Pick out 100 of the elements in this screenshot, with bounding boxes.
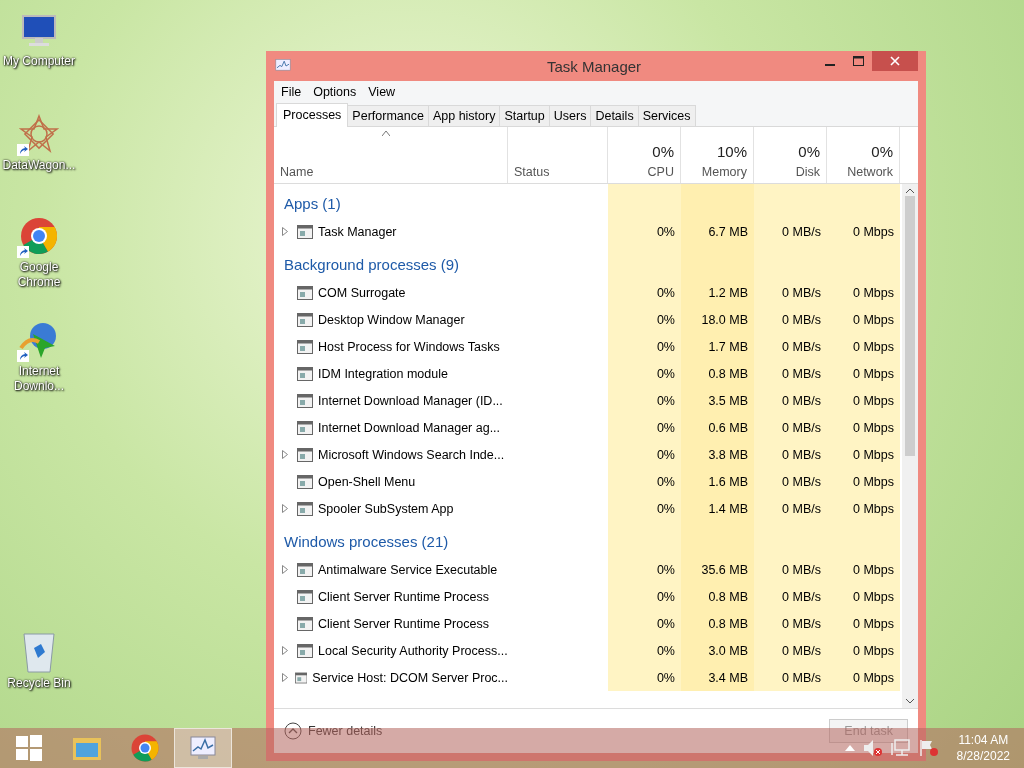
muted-speaker-icon[interactable] [862,739,883,757]
fewer-details-button[interactable]: Fewer details [284,722,383,740]
tab[interactable]: App history [427,105,501,126]
network-cell: 0 Mbps [827,637,900,664]
group-heading[interactable]: Background processes (9) [274,256,508,279]
process-name[interactable]: Client Server Runtime Process [274,610,508,637]
expand-arrow-icon[interactable] [282,646,288,655]
process-name[interactable]: Desktop Window Manager [274,306,508,333]
process-name[interactable]: Internet Download Manager ag... [274,414,508,441]
process-name[interactable]: Spooler SubSystem App [274,495,508,522]
network-cell: 0 Mbps [827,495,900,522]
app-window-icon [297,589,313,604]
memory-cell: 3.8 MB [681,441,754,468]
cpu-cell: 0% [608,360,681,387]
cpu-cell: 0% [608,583,681,610]
column-label: Name [280,165,315,179]
network-cell: 0 Mbps [827,360,900,387]
expand-arrow-icon[interactable] [282,504,288,513]
process-name[interactable]: Internet Download Manager (ID... [274,387,508,414]
memory-cell: 1.2 MB [681,279,754,306]
scrollbar-track[interactable] [902,184,918,708]
tab[interactable]: Details [590,105,639,126]
scrollbar-thumb[interactable] [905,196,915,456]
column-header[interactable]: 0% Network [827,127,900,183]
disk-cell: 0 MB/s [754,387,827,414]
network-cell: 0 Mbps [827,414,900,441]
process-name[interactable]: COM Surrogate [274,279,508,306]
expand-arrow-icon[interactable] [282,673,288,682]
process-name[interactable]: Host Process for Windows Tasks [274,333,508,360]
app-window-icon [297,366,313,381]
cpu-cell: 0% [608,441,681,468]
tab[interactable]: Processes [276,103,349,127]
menu-item[interactable]: View [363,83,401,101]
column-header[interactable]: Status [508,127,608,183]
group-heading[interactable]: Apps (1) [274,195,508,218]
app-window-icon [297,447,313,462]
memory-cell: 6.7 MB [681,218,754,245]
expand-arrow-icon[interactable] [282,227,288,236]
process-name[interactable]: Local Security Authority Process... [274,637,508,664]
disk-cell: 0 MB/s [754,468,827,495]
expand-arrow-icon[interactable] [282,565,288,574]
column-header[interactable]: 0% CPU [608,127,681,183]
column-label: Memory [701,165,747,179]
app-window-icon [297,339,313,354]
column-header[interactable]: Name [274,127,508,183]
column-header[interactable]: 10% Memory [681,127,754,183]
column-total: 0% [652,143,674,160]
cpu-cell: 0% [608,414,681,441]
app-window-icon [297,312,313,327]
disk-cell: 0 MB/s [754,664,827,691]
group-heading[interactable]: Windows processes (21) [274,533,508,556]
tab[interactable]: Startup [499,105,550,126]
network-icon[interactable] [890,739,911,757]
chevron-up-icon[interactable] [844,745,855,751]
maximize-icon [852,56,864,66]
network-cell: 0 Mbps [827,306,900,333]
chevron-circle-icon [284,722,302,740]
cpu-cell: 0% [608,306,681,333]
app-window-icon [297,562,313,577]
cpu-cell: 0% [608,218,681,245]
disk-cell: 0 MB/s [754,414,827,441]
cpu-cell: 0% [608,333,681,360]
memory-cell: 3.4 MB [681,664,754,691]
network-cell: 0 Mbps [827,279,900,306]
recycle-bin-icon [21,630,57,674]
chrome-logo-icon [130,733,160,763]
process-name[interactable]: Open-Shell Menu [274,468,508,495]
disk-cell: 0 MB/s [754,360,827,387]
process-name[interactable]: Task Manager [274,218,508,245]
process-name[interactable]: Client Server Runtime Process [274,583,508,610]
memory-cell: 1.6 MB [681,468,754,495]
app-window-icon [297,616,313,631]
menu-item[interactable]: File [276,83,307,101]
memory-cell: 18.0 MB [681,306,754,333]
flag-icon[interactable] [918,739,939,757]
process-name[interactable]: Microsoft Windows Search Inde... [274,441,508,468]
process-name[interactable]: Antimalware Service Executable [274,556,508,583]
cpu-cell: 0% [608,468,681,495]
monitor-graph-icon [188,735,218,761]
column-header[interactable]: 0% Disk [754,127,827,183]
tab[interactable]: Services [637,105,696,126]
app-window-icon [297,420,313,435]
tab[interactable]: Performance [347,105,429,126]
network-cell: 0 Mbps [827,664,900,691]
process-name[interactable]: IDM Integration module [274,360,508,387]
disk-cell: 0 MB/s [754,279,827,306]
scroll-down-icon[interactable] [906,698,914,704]
expand-arrow-icon[interactable] [282,450,288,459]
taskbar-app-button[interactable] [174,728,232,768]
memory-cell: 0.8 MB [681,610,754,637]
tab[interactable]: Users [548,105,592,126]
scroll-up-icon[interactable] [906,188,914,194]
cpu-cell: 0% [608,610,681,637]
disk-cell: 0 MB/s [754,637,827,664]
column-label: CPU [647,165,674,179]
network-cell: 0 Mbps [827,610,900,637]
column-label: Disk [795,165,820,179]
menu-item[interactable]: Options [308,83,362,101]
star-pattern-icon [19,114,59,154]
process-name[interactable]: Service Host: DCOM Server Proc... [274,664,508,691]
